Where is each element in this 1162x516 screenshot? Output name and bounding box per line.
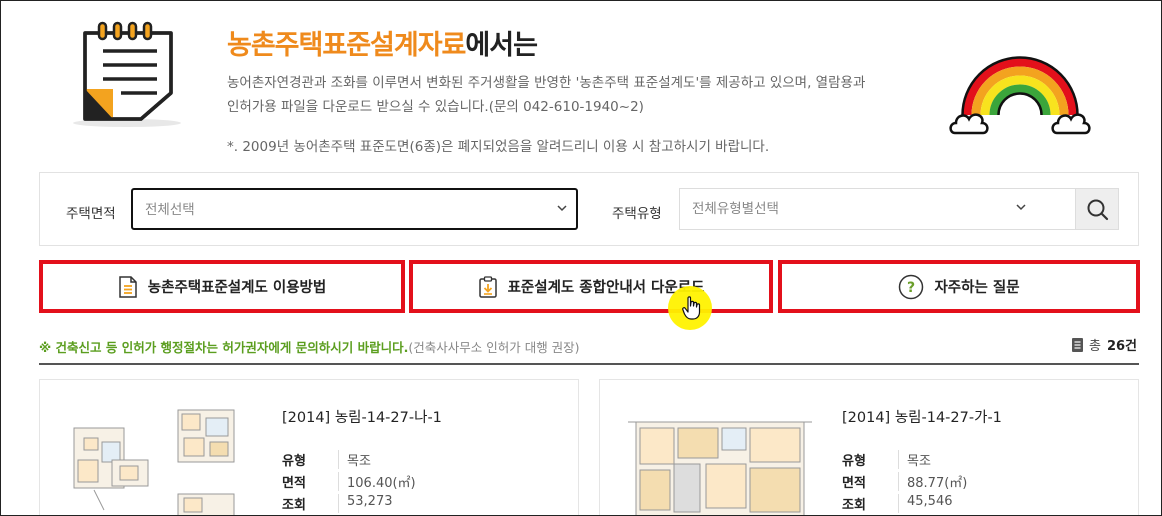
card-title[interactable]: [2014] 농림-14-27-가-1 — [842, 406, 1002, 427]
card-type-value: 목조 — [338, 450, 371, 469]
description-line-2: 인허가용 파일을 다운로드 받으실 수 있습니다.(문의 042-610-194… — [227, 99, 644, 115]
document-icon — [119, 275, 137, 298]
type-select-value: 전체유형별선택 — [692, 201, 779, 217]
total-count: 총 26건 — [1071, 335, 1137, 354]
floor-plan-thumbnail — [628, 421, 812, 515]
abolish-notice: *. 2009년 농어촌주택 표준도면(6종)은 폐지되었음을 알려드리니 이용… — [227, 139, 770, 155]
permit-notice-note: (건축사사무소 인허가 대행 권장) — [408, 340, 580, 355]
design-card[interactable]: [2014] 농림-14-27-가-1 유형 목조 면적 88.77(㎡) 조회 45… — [599, 379, 1139, 515]
type-select[interactable]: 전체유형별선택 — [679, 188, 1077, 230]
search-button[interactable] — [1075, 188, 1119, 230]
page-title: 농촌주택표준설계자료에서는 — [227, 23, 538, 62]
howto-button[interactable]: 농촌주택표준설계도 이용방법 — [39, 260, 405, 313]
floor-plan-thumbnail — [73, 409, 235, 515]
description-line-1: 농어촌자연경관과 조화를 이루면서 변화된 주거생활을 반영한 '농촌주택 표준… — [227, 75, 866, 91]
notepad-icon — [73, 21, 181, 127]
question-icon: ? — [899, 274, 924, 299]
permit-notice: ※ 건축신고 등 인허가 행정절차는 허가권자에게 문의하시기 바랍니다.(건축… — [39, 337, 580, 356]
howto-label: 농촌주택표준설계도 이용방법 — [147, 280, 327, 296]
search-panel: 주택면적 전체선택 주택유형 전체유형별선택 — [39, 172, 1139, 246]
page-frame: 농촌주택표준설계자료에서는 농어촌자연경관과 조화를 이루면서 변화된 주거생활… — [0, 0, 1162, 516]
card-type-row: 유형 목조 — [842, 450, 931, 469]
area-select[interactable]: 전체선택 — [131, 188, 578, 230]
area-select-value: 전체선택 — [145, 202, 195, 218]
svg-text:?: ? — [907, 280, 915, 296]
clipboard-download-icon — [478, 275, 497, 298]
card-area-value: 88.77(㎡) — [898, 472, 967, 491]
type-label: 주택유형 — [612, 206, 662, 222]
hand-cursor-icon — [682, 296, 701, 320]
download-guide-button[interactable]: 표준설계도 종합안내서 다운로드 — [409, 260, 773, 313]
card-area-row: 면적 88.77(㎡) — [842, 472, 967, 491]
section-divider — [39, 363, 1139, 365]
search-icon — [1087, 199, 1109, 221]
chevron-down-icon — [1016, 204, 1026, 211]
card-views-label: 조회 — [842, 498, 866, 513]
card-type-label: 유형 — [842, 454, 866, 469]
area-label: 주택면적 — [66, 206, 116, 222]
card-views-row: 조회 45,546 — [842, 494, 953, 513]
card-type-row: 유형 목조 — [282, 450, 371, 469]
card-area-row: 면적 106.40(㎡) — [282, 472, 416, 491]
total-prefix: 총 — [1088, 339, 1101, 354]
chevron-down-icon — [557, 205, 567, 212]
card-area-label: 면적 — [842, 476, 866, 491]
permit-notice-text: ※ 건축신고 등 인허가 행정절차는 허가권자에게 문의하시기 바랍니다. — [39, 340, 409, 355]
card-type-label: 유형 — [282, 454, 306, 469]
card-type-value: 목조 — [898, 450, 931, 469]
title-rest: 에서는 — [465, 30, 538, 61]
card-views-value: 53,273 — [338, 494, 393, 513]
card-views-label: 조회 — [282, 498, 306, 513]
rainbow-icon — [949, 56, 1091, 135]
faq-button[interactable]: ? 자주하는 질문 — [778, 260, 1140, 313]
list-icon — [1071, 337, 1083, 352]
card-views-row: 조회 53,273 — [282, 494, 393, 513]
card-area-value: 106.40(㎡) — [338, 472, 416, 491]
card-views-value: 45,546 — [898, 494, 953, 513]
card-title[interactable]: [2014] 농림-14-27-나-1 — [282, 406, 442, 427]
faq-label: 자주하는 질문 — [934, 280, 1020, 296]
card-area-label: 면적 — [282, 476, 306, 491]
description: 농어촌자연경관과 조화를 이루면서 변화된 주거생활을 반영한 '농촌주택 표준… — [227, 71, 927, 119]
design-card[interactable]: [2014] 농림-14-27-나-1 유형 목조 면적 106.40(㎡) 조회 5… — [39, 379, 579, 515]
total-value: 26건 — [1106, 339, 1137, 354]
title-highlight: 농촌주택표준설계자료 — [227, 30, 466, 61]
